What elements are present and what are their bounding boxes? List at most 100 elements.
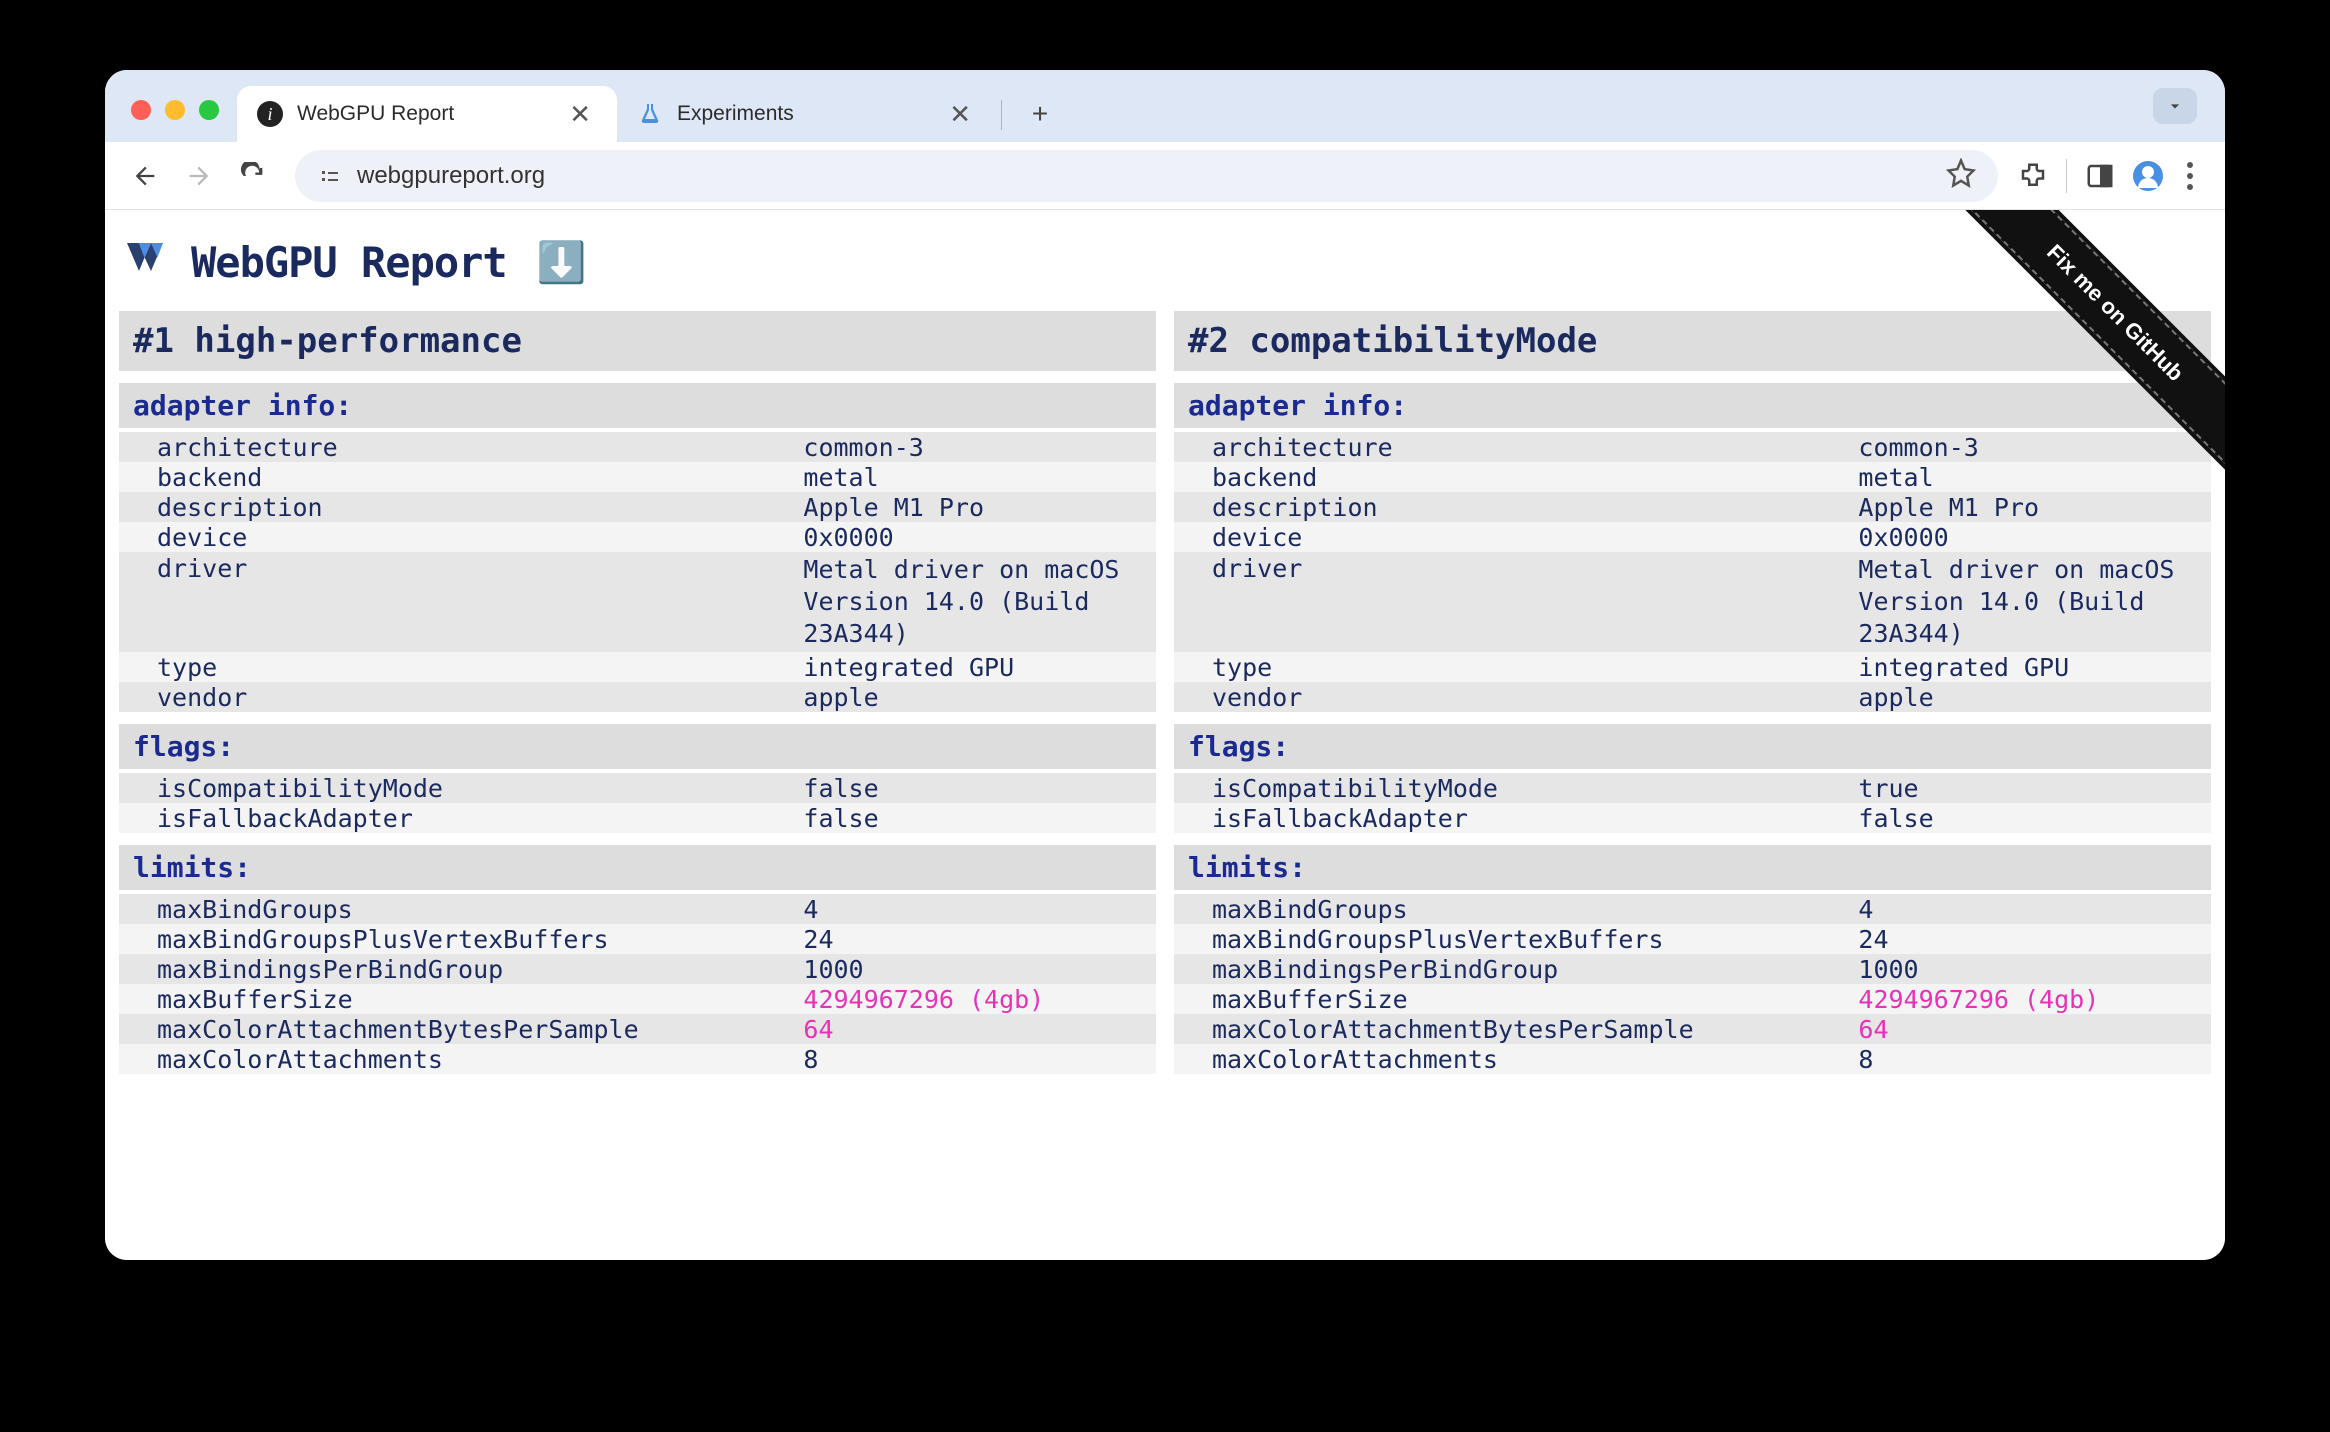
section-rows: architecturecommon-3backendmetaldescript… — [119, 432, 1156, 712]
bookmark-star-icon[interactable] — [1946, 158, 1976, 193]
section-header: flags: — [1174, 724, 2211, 769]
row-value: apple — [803, 683, 1156, 712]
data-row: isCompatibilityModetrue — [1174, 773, 2211, 803]
row-value: 4 — [803, 895, 1156, 924]
row-value: apple — [1858, 683, 2211, 712]
data-row: architecturecommon-3 — [1174, 432, 2211, 462]
row-value: 0x0000 — [803, 523, 1156, 552]
tab-favicon — [637, 101, 663, 127]
row-value: 4 — [1858, 895, 2211, 924]
adapter-column: #1 high-performanceadapter info:architec… — [119, 311, 1156, 1074]
section-header: adapter info: — [119, 383, 1156, 428]
row-value: true — [1858, 774, 2211, 803]
section-rows: isCompatibilityModefalseisFallbackAdapte… — [119, 773, 1156, 833]
data-row: device0x0000 — [1174, 522, 2211, 552]
page-content: WebGPU Report ⬇️ #1 high-performanceadap… — [105, 210, 2225, 1260]
data-row: maxBindGroups4 — [119, 894, 1156, 924]
data-row: architecturecommon-3 — [119, 432, 1156, 462]
webgpu-logo-icon — [127, 243, 175, 283]
row-key: backend — [1174, 463, 1858, 492]
data-row: descriptionApple M1 Pro — [1174, 492, 2211, 522]
row-key: maxBindGroupsPlusVertexBuffers — [1174, 925, 1858, 954]
browser-menu-button[interactable] — [2181, 162, 2199, 190]
row-value: 8 — [803, 1045, 1156, 1074]
row-value: Metal driver on macOS Version 14.0 (Buil… — [1858, 554, 2211, 650]
row-value: 64 — [803, 1015, 1156, 1044]
reload-button[interactable] — [231, 154, 275, 198]
tab-experiments[interactable]: Experiments ✕ — [617, 86, 997, 142]
tab-separator — [1001, 100, 1002, 130]
row-value: Metal driver on macOS Version 14.0 (Buil… — [803, 554, 1156, 650]
row-key: driver — [1174, 554, 1858, 583]
section-rows: maxBindGroups4maxBindGroupsPlusVertexBuf… — [119, 894, 1156, 1074]
tab-title: WebGPU Report — [297, 102, 454, 126]
row-key: maxBufferSize — [119, 985, 803, 1014]
page-header: WebGPU Report ⬇️ — [105, 210, 2225, 311]
section-header: limits: — [119, 845, 1156, 890]
row-value: common-3 — [1858, 433, 2211, 462]
data-row: maxBufferSize4294967296 (4gb) — [119, 984, 1156, 1014]
download-button[interactable]: ⬇️ — [537, 239, 587, 286]
url-text: webgpureport.org — [357, 162, 1932, 190]
row-key: backend — [119, 463, 803, 492]
data-row: maxBufferSize4294967296 (4gb) — [1174, 984, 2211, 1014]
column-header: #2 compatibilityMode — [1174, 311, 2211, 371]
row-value: false — [1858, 804, 2211, 833]
back-button[interactable] — [123, 154, 167, 198]
row-value: 1000 — [1858, 955, 2211, 984]
data-row: maxColorAttachmentBytesPerSample64 — [119, 1014, 1156, 1044]
section-header: adapter info: — [1174, 383, 2211, 428]
section-rows: maxBindGroups4maxBindGroupsPlusVertexBuf… — [1174, 894, 2211, 1074]
window-close-button[interactable] — [131, 100, 151, 120]
data-row: backendmetal — [1174, 462, 2211, 492]
row-key: isCompatibilityMode — [119, 774, 803, 803]
row-key: architecture — [1174, 433, 1858, 462]
row-key: isCompatibilityMode — [1174, 774, 1858, 803]
new-tab-button[interactable]: + — [1018, 92, 1062, 136]
toolbar-right — [2018, 159, 2207, 193]
row-key: driver — [119, 554, 803, 583]
forward-button[interactable] — [177, 154, 221, 198]
data-row: vendorapple — [1174, 682, 2211, 712]
row-key: type — [1174, 653, 1858, 682]
row-value: metal — [1858, 463, 2211, 492]
row-value: Apple M1 Pro — [1858, 493, 2211, 522]
row-key: maxColorAttachments — [1174, 1045, 1858, 1074]
traffic-lights — [123, 100, 237, 142]
row-key: maxColorAttachments — [119, 1045, 803, 1074]
adapter-columns: #1 high-performanceadapter info:architec… — [105, 311, 2225, 1074]
row-value: 24 — [1858, 925, 2211, 954]
row-key: maxBindingsPerBindGroup — [1174, 955, 1858, 984]
window-maximize-button[interactable] — [199, 100, 219, 120]
tab-title: Experiments — [677, 102, 794, 126]
row-value: 64 — [1858, 1015, 2211, 1044]
tab-webgpu-report[interactable]: i WebGPU Report ✕ — [237, 86, 617, 142]
section-header: limits: — [1174, 845, 2211, 890]
row-value: 1000 — [803, 955, 1156, 984]
row-value: 24 — [803, 925, 1156, 954]
tab-favicon: i — [257, 101, 283, 127]
window-minimize-button[interactable] — [165, 100, 185, 120]
row-key: architecture — [119, 433, 803, 462]
data-row: maxBindGroups4 — [1174, 894, 2211, 924]
page-title: WebGPU Report — [191, 238, 507, 287]
row-value: Apple M1 Pro — [803, 493, 1156, 522]
side-panel-icon[interactable] — [2085, 161, 2115, 191]
extensions-icon[interactable] — [2018, 161, 2048, 191]
adapter-column: #2 compatibilityModeadapter info:archite… — [1174, 311, 2211, 1074]
data-row: maxColorAttachments8 — [1174, 1044, 2211, 1074]
section-rows: architecturecommon-3backendmetaldescript… — [1174, 432, 2211, 712]
data-row: typeintegrated GPU — [119, 652, 1156, 682]
data-row: typeintegrated GPU — [1174, 652, 2211, 682]
profile-avatar[interactable] — [2133, 161, 2163, 191]
tab-close-button[interactable]: ✕ — [563, 99, 597, 130]
row-value: 0x0000 — [1858, 523, 2211, 552]
site-settings-icon[interactable] — [317, 163, 343, 189]
address-bar[interactable]: webgpureport.org — [295, 150, 1998, 202]
tab-close-button[interactable]: ✕ — [943, 99, 977, 130]
row-key: description — [1174, 493, 1858, 522]
row-key: description — [119, 493, 803, 522]
tabs-dropdown-button[interactable] — [2153, 88, 2197, 124]
data-row: maxColorAttachments8 — [119, 1044, 1156, 1074]
row-key: maxBindGroups — [119, 895, 803, 924]
